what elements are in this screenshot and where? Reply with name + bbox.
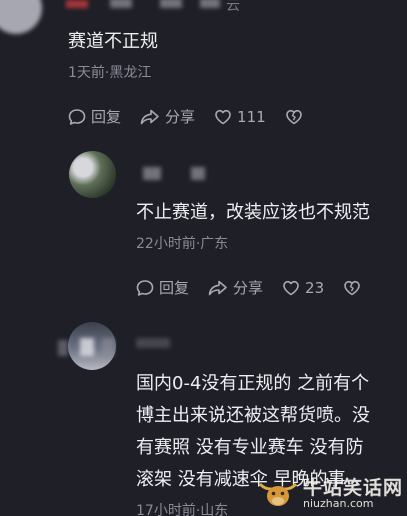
watermark-title: 牛站笑话网 bbox=[302, 476, 403, 499]
reply-button[interactable]: 回复 bbox=[135, 277, 189, 298]
username-redacted bbox=[80, 338, 94, 356]
share-icon bbox=[139, 107, 165, 127]
site-watermark: 牛站笑话网 niuzhan.com bbox=[257, 476, 403, 511]
broken-heart-icon bbox=[342, 278, 366, 298]
comment-text: 不止赛道，改装应该也不规范 bbox=[136, 202, 370, 223]
watermark-url: niuzhan.com bbox=[302, 497, 374, 511]
bull-logo-icon bbox=[257, 479, 299, 510]
comment-text-line: 国内0-4没有正规的 之前有个 bbox=[136, 373, 370, 394]
like-count: 23 bbox=[305, 278, 325, 297]
share-icon bbox=[207, 278, 233, 298]
share-label: 分享 bbox=[233, 279, 264, 297]
reply-icon bbox=[135, 278, 159, 298]
avatar[interactable] bbox=[0, 0, 42, 34]
comment-text-line: 博主出来说还被这帮货喷。没 bbox=[136, 405, 370, 426]
username-redacted bbox=[200, 0, 220, 8]
username-redacted bbox=[136, 338, 170, 348]
like-button[interactable]: 111 bbox=[213, 107, 266, 127]
share-button[interactable]: 分享 bbox=[207, 277, 263, 298]
reply-label: 回复 bbox=[91, 108, 122, 126]
username-redacted bbox=[66, 0, 88, 8]
like-count: 111 bbox=[237, 107, 266, 126]
comments-page: 云 赛道不正规 1天前·黑龙江 回复 分享 111 不止赛道，改装应该也不规范 … bbox=[0, 0, 407, 516]
share-button[interactable]: 分享 bbox=[139, 106, 195, 127]
username-redacted bbox=[143, 167, 161, 180]
avatar[interactable] bbox=[69, 151, 116, 198]
broken-heart-icon bbox=[284, 107, 308, 127]
dislike-button[interactable] bbox=[284, 107, 308, 127]
dislike-button[interactable] bbox=[342, 278, 366, 298]
username-redacted bbox=[58, 340, 68, 356]
comment-actions: 回复 分享 23 bbox=[135, 277, 384, 298]
reply-button[interactable]: 回复 bbox=[67, 106, 121, 127]
reply-label: 回复 bbox=[159, 279, 190, 297]
comment-text: 赛道不正规 bbox=[68, 31, 158, 52]
comment-meta: 22小时前·广东 bbox=[136, 236, 229, 252]
username-redacted bbox=[102, 338, 114, 356]
reply-icon bbox=[67, 107, 91, 127]
comment-meta: 17小时前·山东 bbox=[136, 503, 229, 516]
watermark-text: 牛站笑话网 niuzhan.com bbox=[302, 476, 403, 511]
username-suffix: 云 bbox=[226, 0, 240, 14]
comment-actions: 回复 分享 111 bbox=[67, 106, 326, 127]
username-redacted bbox=[160, 0, 182, 8]
heart-icon bbox=[213, 107, 237, 127]
comment-text-line: 有赛照 没有专业赛车 没有防 bbox=[136, 437, 364, 458]
like-button[interactable]: 23 bbox=[281, 278, 324, 298]
username-redacted bbox=[110, 0, 132, 8]
heart-icon bbox=[281, 278, 305, 298]
username-redacted bbox=[191, 167, 205, 180]
comment-meta: 1天前·黑龙江 bbox=[68, 65, 152, 81]
share-label: 分享 bbox=[165, 108, 196, 126]
